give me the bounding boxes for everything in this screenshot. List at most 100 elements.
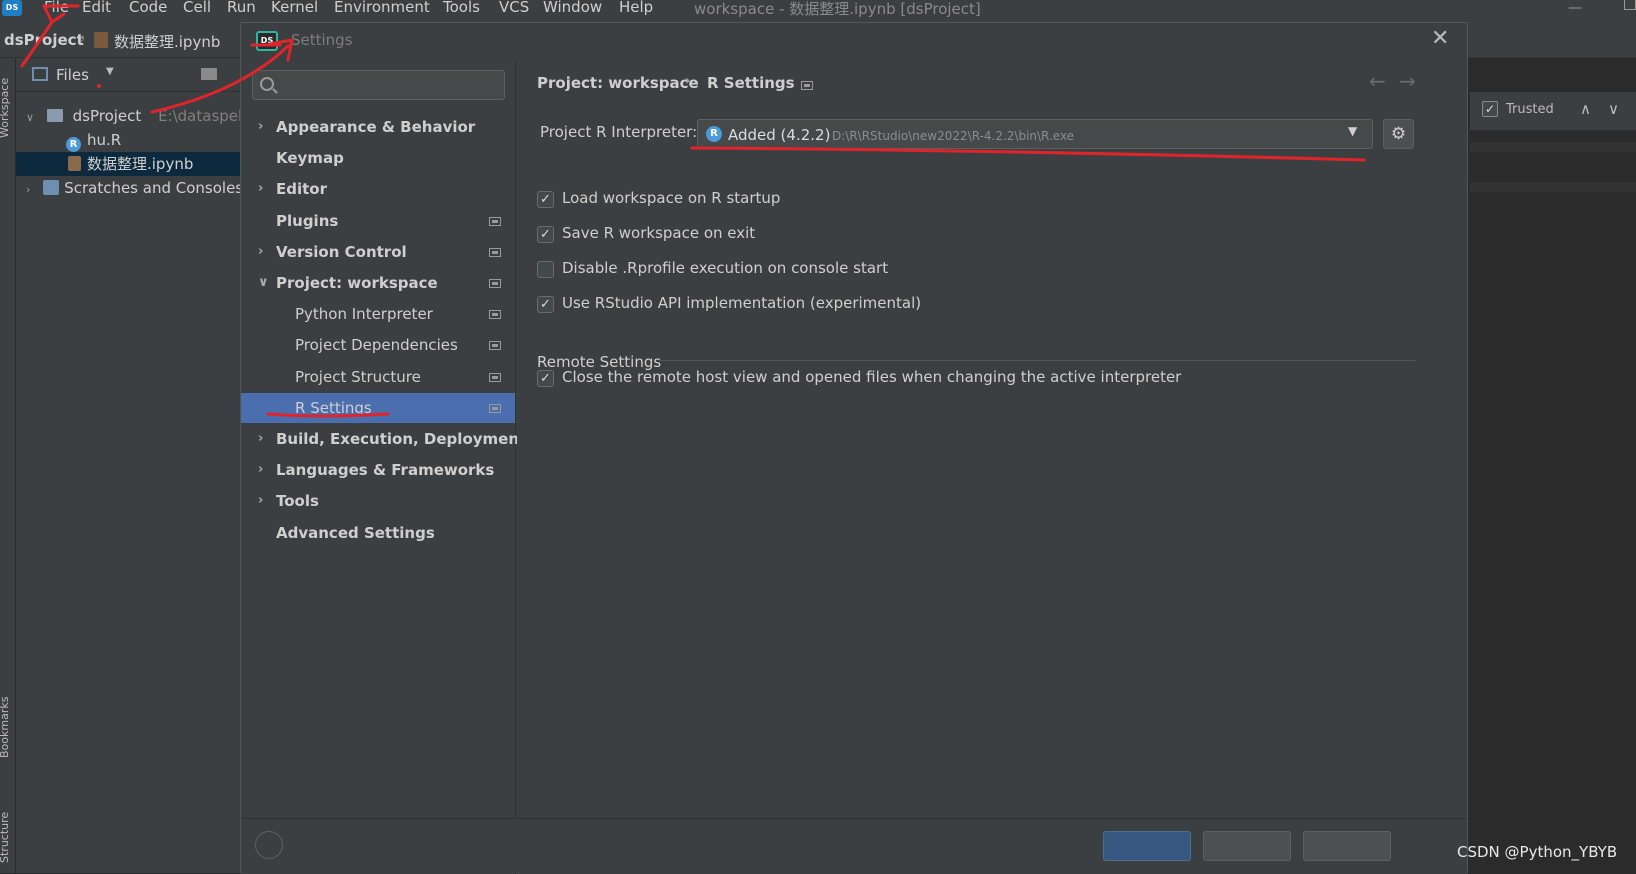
r-logo-icon: R — [706, 126, 722, 142]
dataspell-app-icon: DS — [2, 0, 22, 16]
menu-cell[interactable]: Cell — [183, 0, 211, 20]
arrow-left-icon[interactable]: ← — [1369, 69, 1386, 93]
tree-item-label: 数据整理.ipynb — [87, 155, 194, 173]
sidebar-item-languages-frameworks[interactable]: › Languages & Frameworks — [241, 455, 515, 485]
interpreter-settings-button[interactable]: ⚙ — [1383, 119, 1414, 149]
tree-item-hu-r[interactable]: Rhu.R — [66, 128, 121, 152]
sidebar-item-tools[interactable]: › Tools — [241, 486, 515, 516]
checkbox-box[interactable]: ✓ — [537, 296, 554, 313]
chevron-down-icon[interactable]: ∨ — [26, 111, 34, 124]
left-tool-stripe: Workspace Bookmarks Structure — [0, 58, 16, 873]
sidebar-item-advanced-settings[interactable]: Advanced Settings — [241, 518, 515, 548]
sidebar-item-label: Editor — [276, 180, 327, 199]
sidebar-item-label: Project Structure — [295, 367, 421, 386]
interpreter-label: Project R Interpreter: — [540, 123, 698, 141]
interpreter-path: D:\R\RStudio\new2022\R-4.2.2\bin\R.exe — [832, 129, 1075, 143]
apply-button[interactable] — [1303, 831, 1391, 861]
chevron-right-icon[interactable]: › — [258, 112, 263, 142]
sidebar-item-version-control[interactable]: › Version Control — [241, 237, 515, 267]
nav-breadcrumb-file[interactable]: 数据整理.ipynb — [114, 31, 220, 52]
files-panel-title[interactable]: Files — [56, 66, 89, 84]
menu-vcs[interactable]: VCS — [499, 0, 529, 20]
checkbox-box[interactable]: ✓ — [537, 191, 554, 208]
close-icon[interactable]: ✕ — [1431, 26, 1449, 51]
menu-code[interactable]: Code — [129, 0, 167, 20]
sidebar-item-project-dependencies[interactable]: Project Dependencies — [241, 330, 515, 360]
cancel-button[interactable] — [1203, 831, 1291, 861]
chevron-right-icon[interactable]: › — [258, 174, 263, 204]
checkbox-box[interactable] — [537, 261, 554, 278]
settings-search-box[interactable] — [252, 70, 505, 100]
new-folder-icon[interactable] — [201, 68, 217, 80]
sidebar-item-label: Languages & Frameworks — [276, 461, 495, 480]
tree-item-label: dsProject — [72, 107, 142, 125]
checkbox-label: Load workspace on R startup — [562, 189, 781, 207]
menu-run[interactable]: Run — [227, 0, 256, 20]
sidebar-item-python-interpreter[interactable]: Python Interpreter — [241, 299, 515, 329]
dialog-footer — [241, 818, 1467, 872]
chevron-down-icon[interactable]: ▼ — [1348, 124, 1357, 138]
files-panel-header: Files ▼ — [16, 58, 241, 92]
menu-edit[interactable]: Edit — [82, 0, 111, 20]
search-icon — [260, 77, 274, 91]
project-level-icon — [489, 310, 501, 320]
chevron-right-icon[interactable]: › — [258, 455, 263, 485]
menu-window[interactable]: Window — [543, 0, 602, 20]
settings-search-input[interactable] — [281, 71, 501, 99]
settings-dialog: DS Settings ✕ › Appearance & Behavior Keym… — [240, 22, 1468, 874]
files-panel-icon — [32, 67, 48, 81]
sidebar-item-project-structure[interactable]: Project Structure — [241, 362, 515, 392]
editor-line — [1470, 182, 1636, 192]
menu-help[interactable]: Help — [619, 0, 653, 20]
sidebar-item-keymap[interactable]: Keymap — [241, 143, 515, 173]
chevron-up-icon[interactable]: ∧ — [1580, 100, 1591, 118]
breadcrumb-project[interactable]: Project: workspace — [537, 74, 699, 92]
sidebar-item-label: Python Interpreter — [295, 305, 433, 324]
project-level-icon — [489, 279, 501, 288]
menu-tools[interactable]: Tools — [443, 0, 480, 20]
chevron-down-icon[interactable]: ∨ — [258, 268, 269, 298]
menu-environment[interactable]: Environment — [334, 0, 430, 20]
interpreter-name: Added (4.2.2) — [728, 126, 831, 144]
notebook-file-icon — [68, 156, 81, 171]
chevron-down-icon[interactable]: ∨ — [1608, 100, 1619, 118]
sidebar-item-plugins[interactable]: Plugins — [241, 206, 515, 236]
menu-file[interactable]: File — [44, 0, 69, 20]
arrow-right-icon[interactable]: → — [1399, 69, 1416, 93]
settings-content: Project: workspace › R Settings ← → Proj… — [517, 59, 1467, 874]
sidebar-item-label: Version Control — [276, 242, 407, 261]
ok-button[interactable] — [1103, 831, 1191, 861]
tool-tab-bookmarks[interactable]: Bookmarks — [0, 697, 11, 758]
chevron-down-icon[interactable]: ▼ — [106, 66, 114, 77]
chevron-right-icon[interactable]: › — [258, 237, 263, 267]
chevron-right-icon[interactable]: › — [258, 486, 263, 516]
sidebar-item-project-workspace[interactable]: ∨ Project: workspace — [241, 268, 515, 298]
sidebar-item-r-settings[interactable]: R Settings — [241, 392, 515, 423]
project-level-icon — [489, 403, 501, 413]
menu-bar: DS File Edit Code Cell Run Kernel Enviro… — [0, 0, 1636, 22]
trusted-checkbox[interactable]: ✓ — [1482, 101, 1498, 117]
menu-kernel[interactable]: Kernel — [271, 0, 318, 20]
chevron-right-icon[interactable]: › — [26, 183, 30, 196]
tool-tab-workspace[interactable]: Workspace — [0, 78, 11, 138]
sidebar-item-appearance-behavior[interactable]: › Appearance & Behavior — [241, 112, 515, 142]
checkbox-box[interactable]: ✓ — [537, 370, 554, 387]
tree-item-dsproject[interactable]: ∨ dsProject E:\dataspell\ — [26, 104, 251, 128]
nav-breadcrumb-project[interactable]: dsProject — [4, 31, 84, 49]
minimize-icon[interactable]: — — [1568, 0, 1582, 16]
checkbox-label: Use RStudio API implementation (experime… — [562, 294, 922, 312]
gear-icon: ⚙ — [1390, 124, 1407, 144]
project-level-icon — [801, 81, 813, 90]
tool-tab-structure[interactable]: Structure — [0, 812, 11, 863]
interpreter-select[interactable]: R Added (4.2.2) D:\R\RStudio\new2022\R-4… — [697, 119, 1373, 149]
maximize-icon[interactable] — [1624, 0, 1636, 10]
tree-item-scratches[interactable]: › Scratches and Consoles — [26, 176, 243, 200]
checkbox-box[interactable]: ✓ — [537, 226, 554, 243]
tree-item-notebook[interactable]: 数据整理.ipynb — [16, 152, 241, 176]
help-icon[interactable] — [255, 831, 283, 859]
sidebar-item-editor[interactable]: › Editor — [241, 174, 515, 204]
chevron-right-icon[interactable]: › — [258, 424, 263, 454]
sidebar-item-label: Appearance & Behavior — [276, 118, 476, 136]
sidebar-item-build-execution-deployment[interactable]: › Build, Execution, Deployment — [241, 424, 526, 454]
chevron-right-icon: › — [685, 73, 691, 89]
